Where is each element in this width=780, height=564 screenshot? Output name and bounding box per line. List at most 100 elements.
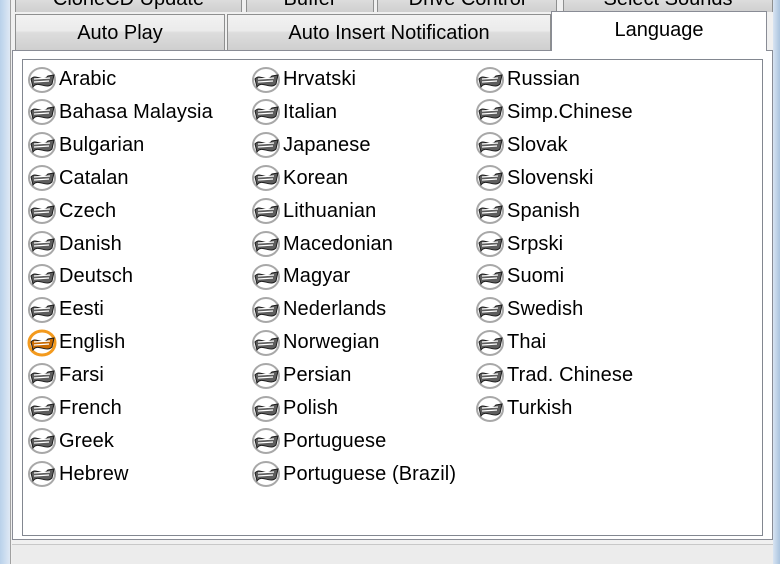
- language-flag-icon: [28, 362, 56, 389]
- language-item[interactable]: Hrvatski: [251, 64, 356, 95]
- language-label: Japanese: [283, 133, 371, 156]
- language-label: Turkish: [507, 397, 573, 419]
- language-label: Swedish: [507, 298, 584, 321]
- language-item[interactable]: Czech: [27, 196, 116, 227]
- language-flag-icon: [476, 296, 504, 323]
- tab-label: Language: [614, 19, 704, 41]
- language-item[interactable]: Swedish: [475, 294, 583, 325]
- language-item[interactable]: Srpski: [475, 229, 563, 260]
- language-flag-icon: [476, 99, 504, 126]
- language-item[interactable]: Portuguese (Brazil): [251, 459, 456, 490]
- language-item[interactable]: Suomi: [475, 261, 564, 292]
- language-flag-icon: [476, 198, 504, 225]
- window-frame-left: [0, 0, 10, 564]
- language-item[interactable]: Japanese: [251, 130, 371, 161]
- language-item[interactable]: Farsi: [27, 360, 104, 391]
- window-frame-right: [772, 0, 780, 564]
- language-flag-icon: [476, 329, 504, 356]
- language-flag-icon: [252, 296, 280, 323]
- language-label: Arabic: [59, 68, 117, 90]
- language-flag-icon: [252, 362, 280, 389]
- language-item[interactable]: Hebrew: [27, 459, 129, 490]
- language-item[interactable]: Russian: [475, 64, 580, 95]
- language-item[interactable]: Greek: [27, 426, 114, 457]
- language-item[interactable]: Lithuanian: [251, 196, 376, 227]
- language-item[interactable]: Turkish: [475, 393, 573, 424]
- language-label: Eesti: [59, 298, 104, 321]
- language-item[interactable]: Catalan: [27, 163, 129, 194]
- language-item[interactable]: French: [27, 393, 122, 424]
- language-flag-icon: [252, 198, 280, 225]
- language-list[interactable]: Arabic Bahasa Malaysia Bulgarian Catalan Cze…: [22, 59, 763, 536]
- language-flag-icon: [476, 362, 504, 389]
- language-item[interactable]: Portuguese: [251, 426, 386, 457]
- language-label: Greek: [59, 429, 114, 452]
- language-label: Slovak: [507, 133, 568, 156]
- tab-language[interactable]: Language: [551, 11, 767, 51]
- language-label: Korean: [283, 166, 349, 189]
- language-flag-icon: [28, 99, 56, 126]
- language-label: Polish: [283, 397, 339, 419]
- language-item[interactable]: Bulgarian: [27, 130, 144, 161]
- language-item[interactable]: Nederlands: [251, 294, 386, 325]
- language-label: Norwegian: [283, 331, 380, 354]
- language-flag-icon: [252, 461, 280, 488]
- language-label: Lithuanian: [283, 199, 377, 222]
- tab-clonecd-update[interactable]: CloneCD Update: [15, 0, 242, 12]
- language-item[interactable]: Slovenski: [475, 163, 594, 194]
- language-item[interactable]: Italian: [251, 97, 337, 128]
- language-item[interactable]: English: [27, 327, 125, 358]
- language-label: Czech: [59, 199, 117, 222]
- language-flag-icon: [252, 165, 280, 192]
- language-item[interactable]: Polish: [251, 393, 338, 424]
- language-label: Farsi: [59, 364, 104, 387]
- language-item[interactable]: Simp.Chinese: [475, 97, 633, 128]
- language-flag-icon: [252, 395, 280, 422]
- tab-auto-play[interactable]: Auto Play: [15, 14, 225, 50]
- language-flag-icon: [476, 66, 504, 93]
- language-flag-icon: [252, 231, 280, 257]
- language-flag-icon: [28, 198, 56, 225]
- language-item[interactable]: Deutsch: [27, 261, 133, 292]
- language-item[interactable]: Norwegian: [251, 327, 380, 358]
- language-item[interactable]: Macedonian: [251, 229, 393, 260]
- language-item[interactable]: Bahasa Malaysia: [27, 97, 213, 128]
- language-label: Trad. Chinese: [507, 364, 634, 387]
- language-flag-icon: [28, 461, 56, 488]
- dialog-bottom-bar: [12, 544, 773, 564]
- language-item[interactable]: Slovak: [475, 130, 568, 161]
- tab-label: CloneCD Update: [53, 0, 204, 10]
- language-flag-icon: [476, 165, 504, 192]
- language-label: Bulgarian: [59, 133, 145, 156]
- language-item[interactable]: Danish: [27, 229, 122, 260]
- language-label: Suomi: [507, 265, 565, 288]
- tab-buffer[interactable]: Buffer: [246, 0, 374, 12]
- language-item[interactable]: Trad. Chinese: [475, 360, 633, 391]
- language-flag-icon: [28, 66, 56, 93]
- language-item[interactable]: Spanish: [475, 196, 580, 227]
- language-label: Russian: [507, 68, 580, 90]
- language-item[interactable]: Persian: [251, 360, 352, 391]
- language-item[interactable]: Thai: [475, 327, 546, 358]
- language-label: Spanish: [507, 199, 580, 222]
- tab-auto-insert-notification[interactable]: Auto Insert Notification: [227, 14, 551, 50]
- language-flag-icon: [252, 132, 280, 159]
- language-label: French: [59, 397, 122, 419]
- language-item[interactable]: Arabic: [27, 64, 116, 95]
- language-flag-icon: [252, 66, 280, 93]
- language-label: Magyar: [283, 265, 351, 288]
- language-item[interactable]: Korean: [251, 163, 348, 194]
- language-flag-icon: [252, 99, 280, 126]
- language-flag-icon: [476, 132, 504, 159]
- language-label: Hebrew: [59, 462, 129, 485]
- language-label: Simp.Chinese: [507, 100, 633, 123]
- language-flag-icon: [252, 428, 280, 455]
- language-label: Catalan: [59, 166, 129, 189]
- language-item[interactable]: Magyar: [251, 261, 350, 292]
- language-label: Danish: [59, 232, 122, 255]
- language-flag-icon: [27, 329, 57, 357]
- tab-drive-control[interactable]: Drive Control: [377, 0, 557, 12]
- language-item[interactable]: Eesti: [27, 294, 104, 325]
- language-flag-icon: [476, 395, 504, 422]
- language-label: English: [59, 331, 126, 354]
